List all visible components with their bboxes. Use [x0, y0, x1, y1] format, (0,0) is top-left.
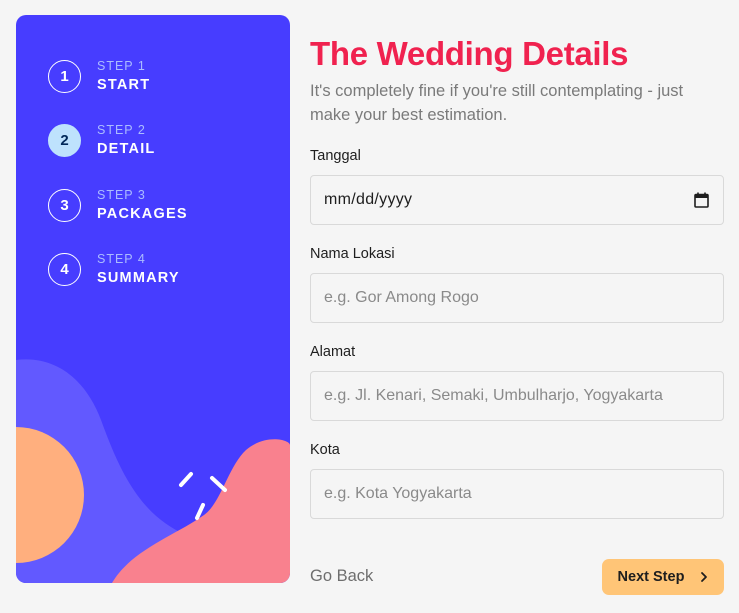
address-placeholder: e.g. Jl. Kenari, Semaki, Umbulharjo, Yog…: [324, 387, 663, 404]
date-value: mm/dd/yyyy: [324, 191, 413, 208]
step-number: 3: [48, 189, 81, 222]
city-label: Kota: [310, 442, 340, 458]
next-step-label: Next Step: [617, 569, 685, 585]
step-label: STEP 4: [97, 252, 146, 266]
step-label: STEP 2: [97, 123, 146, 137]
step-title: SUMMARY: [97, 270, 180, 286]
sidebar: 1 STEP 1 START 2 STEP 2 DETAIL 3 STEP 3 …: [16, 15, 290, 583]
step-title: PACKAGES: [97, 206, 188, 222]
address-input[interactable]: e.g. Jl. Kenari, Semaki, Umbulharjo, Yog…: [310, 371, 724, 421]
step-number: 2: [48, 124, 81, 157]
page-title: The Wedding Details: [310, 35, 629, 72]
step-number: 4: [48, 253, 81, 286]
step-number: 1: [48, 60, 81, 93]
step-3[interactable]: 3 STEP 3 PACKAGES: [48, 187, 188, 224]
next-step-button[interactable]: Next Step: [602, 559, 724, 595]
step-title: DETAIL: [97, 141, 156, 157]
step-title: START: [97, 77, 151, 93]
date-input[interactable]: mm/dd/yyyy: [310, 175, 724, 225]
location-name-input[interactable]: e.g. Gor Among Rogo: [310, 273, 724, 323]
page-subtitle: It's completely fine if you're still con…: [310, 82, 684, 124]
step-label: STEP 1: [97, 59, 146, 73]
date-label: Tanggal: [310, 148, 361, 164]
sidebar-decoration: [16, 359, 290, 583]
step-label: STEP 3: [97, 188, 146, 202]
location-name-label: Nama Lokasi: [310, 246, 395, 262]
city-input[interactable]: e.g. Kota Yogyakarta: [310, 469, 724, 519]
address-label: Alamat: [310, 344, 356, 360]
step-1[interactable]: 1 STEP 1 START: [48, 58, 150, 95]
form-panel: The Wedding Details It's completely fine…: [310, 30, 724, 595]
go-back-button[interactable]: Go Back: [310, 567, 373, 586]
step-4[interactable]: 4 STEP 4 SUMMARY: [48, 251, 180, 288]
chevron-right-icon: [700, 571, 708, 583]
location-name-placeholder: e.g. Gor Among Rogo: [324, 289, 479, 306]
calendar-icon[interactable]: [694, 192, 709, 208]
city-placeholder: e.g. Kota Yogyakarta: [324, 485, 472, 502]
step-2[interactable]: 2 STEP 2 DETAIL: [48, 122, 155, 159]
